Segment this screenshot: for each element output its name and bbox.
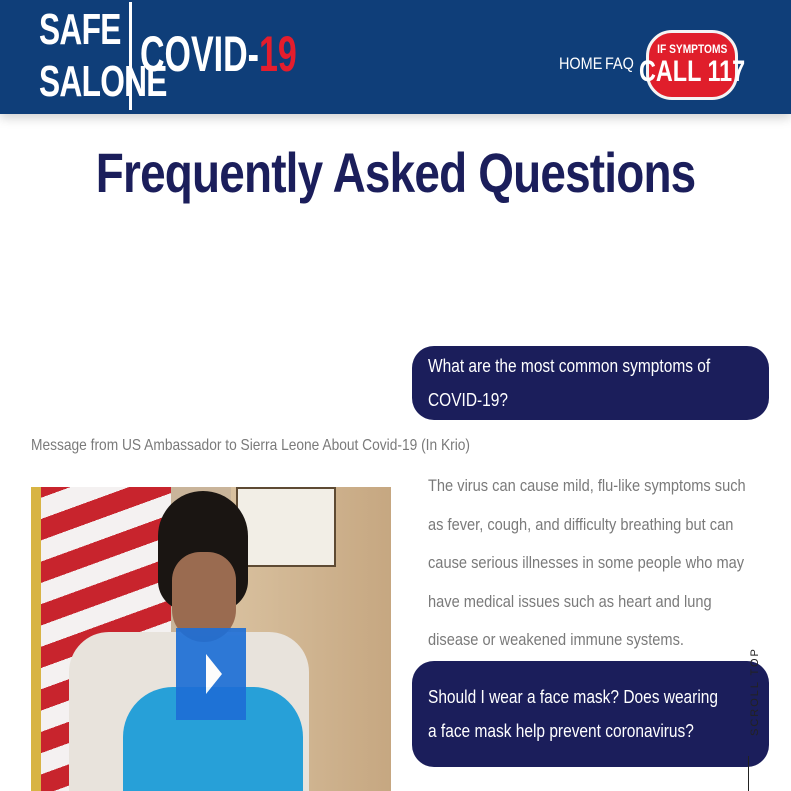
logo-divider xyxy=(129,2,132,110)
logo-line-safe: SAFE xyxy=(39,5,121,54)
video-thumbnail-flag-fringe xyxy=(31,487,41,791)
video-player[interactable] xyxy=(31,487,391,791)
faq-question-symptoms[interactable]: What are the most common symptoms of COV… xyxy=(412,346,769,420)
page-title-text: Frequently Asked Questions xyxy=(95,141,696,204)
safe-salone-logo[interactable]: SAFE SALONE COVID-19 xyxy=(39,2,297,110)
faq-question-face-mask[interactable]: Should I wear a face mask? Does wearing … xyxy=(412,661,769,767)
nav-faq-link[interactable]: FAQ xyxy=(605,54,634,74)
site-header: SAFE SALONE COVID-19 HOME FAQ IF SYMPTOM… xyxy=(0,0,791,114)
nav-item-faq[interactable]: FAQ xyxy=(605,54,639,74)
logo-covid-prefix: COVID- xyxy=(140,26,259,82)
faq-question-text: What are the most common symptoms of COV… xyxy=(428,356,711,410)
play-button[interactable] xyxy=(176,628,246,720)
logo-line-salone: SALONE xyxy=(39,57,167,106)
scroll-top-button[interactable]: SCROLL TOP xyxy=(735,636,763,791)
faq-answer-symptoms: The virus can cause mild, flu-like sympt… xyxy=(428,476,746,649)
page-title: Frequently Asked Questions xyxy=(0,140,791,205)
video-caption: Message from US Ambassador to Sierra Leo… xyxy=(31,437,471,454)
call-117-badge[interactable]: IF SYMPTOMS CALL 117 xyxy=(639,30,745,100)
logo-covid-suffix: 19 xyxy=(259,26,297,82)
nav-home-link[interactable]: HOME xyxy=(559,54,602,74)
scroll-top-label: SCROLL TOP xyxy=(749,647,761,736)
call-badge-subtitle: IF SYMPTOMS xyxy=(656,42,728,56)
logo-wordmark: SAFE SALONE xyxy=(39,4,167,108)
call-badge-number: CALL 117 xyxy=(638,55,746,88)
video-thumbnail-painting xyxy=(236,487,336,567)
play-icon xyxy=(206,654,222,694)
faq-question-text: Should I wear a face mask? Does wearing … xyxy=(428,687,718,741)
logo-covid: COVID-19 xyxy=(140,24,297,84)
scroll-top-line xyxy=(748,756,749,791)
nav-item-home[interactable]: HOME xyxy=(559,54,610,74)
